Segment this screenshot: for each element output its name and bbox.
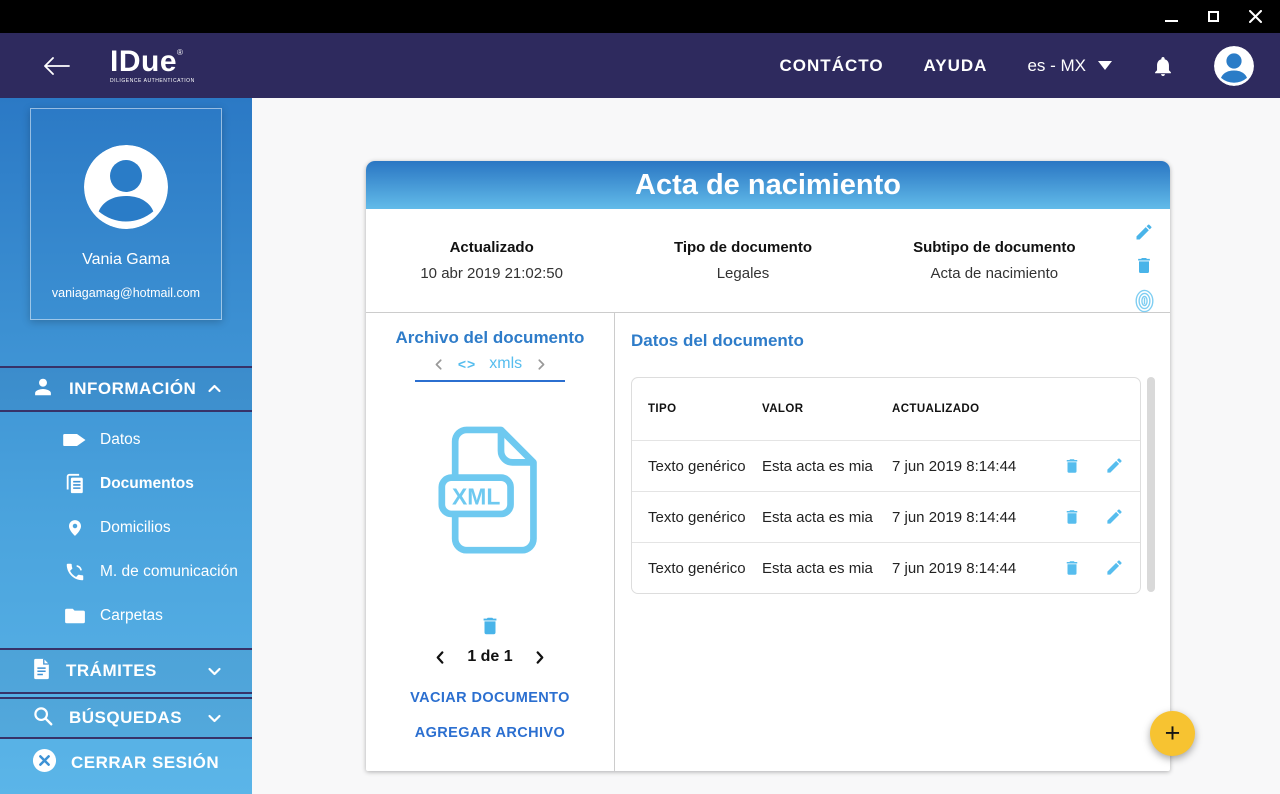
table-row: Texto genérico Esta acta es mia 7 jun 20…: [632, 440, 1140, 491]
col-actualizado: ACTUALIZADO: [892, 403, 980, 415]
nav-help-link[interactable]: AYUDA: [924, 56, 988, 76]
file-panel: Archivo del documento <> xmls XML 1 de 1…: [366, 313, 615, 771]
sidebar-item-domicilios[interactable]: Domicilios: [0, 506, 252, 550]
document-data-table: TIPO VALOR ACTUALIZADO Texto genérico Es…: [631, 377, 1141, 594]
sidebar-section-label: BÚSQUEDAS: [69, 708, 183, 727]
table-row: Texto genérico Esta acta es mia 7 jun 20…: [632, 491, 1140, 542]
minimize-icon[interactable]: [1164, 10, 1178, 24]
profile-card: Vania Gama vaniagamag@hotmail.com: [30, 108, 222, 320]
profile-avatar: [84, 145, 168, 229]
logo-subtitle: DILIGENCE AUTHENTICATION: [110, 78, 195, 84]
document-icon: [32, 658, 51, 685]
row-trash-icon[interactable]: [1063, 507, 1081, 527]
sidebar-section-tramites[interactable]: TRÁMITES: [0, 648, 252, 694]
sidebar-subitems: Datos Documentos Domicilios M. de comuni…: [0, 412, 252, 646]
phone-icon: [62, 561, 88, 583]
sidebar-section-informacion[interactable]: INFORMACIÓN: [0, 366, 252, 412]
code-icon: <>: [457, 356, 477, 372]
titlebar: [0, 0, 1280, 33]
xml-file-icon[interactable]: XML: [366, 424, 614, 558]
table-scrollbar[interactable]: [1147, 377, 1155, 592]
meta-actualizado: Actualizado 10 abr 2019 21:02:50: [420, 239, 563, 282]
sidebar-item-datos[interactable]: Datos: [0, 418, 252, 462]
language-value: es - MX: [1027, 55, 1086, 75]
table-row: Texto genérico Esta acta es mia 7 jun 20…: [632, 542, 1140, 593]
document-meta-row: Actualizado 10 abr 2019 21:02:50 Tipo de…: [366, 209, 1170, 313]
tag-icon: [62, 433, 88, 447]
page-prev-icon[interactable]: [434, 650, 447, 665]
back-arrow-icon[interactable]: [44, 56, 70, 75]
tab-next-icon[interactable]: [535, 358, 547, 371]
notifications-bell-icon[interactable]: [1152, 54, 1174, 78]
folder-icon: [62, 607, 88, 625]
col-valor: VALOR: [762, 403, 804, 415]
logout-label: CERRAR SESIÓN: [71, 753, 220, 772]
sidebar-item-carpetas[interactable]: Carpetas: [0, 594, 252, 638]
trash-icon[interactable]: [1134, 255, 1154, 276]
document-card-header: Acta de nacimiento: [366, 161, 1170, 209]
close-circle-icon: [32, 748, 57, 778]
document-title: Acta de nacimiento: [635, 168, 901, 201]
file-pagination: 1 de 1: [366, 648, 614, 666]
fingerprint-icon[interactable]: [1134, 289, 1155, 313]
chevron-down-icon: [207, 711, 222, 725]
search-icon: [32, 705, 54, 732]
profile-name: Vania Gama: [82, 251, 170, 268]
chevron-down-icon: [207, 664, 222, 678]
page-next-icon[interactable]: [533, 650, 546, 665]
sidebar-nav: INFORMACIÓN Datos Documentos Domicilios …: [0, 366, 252, 787]
file-trash-icon[interactable]: [366, 614, 614, 638]
language-selector[interactable]: es - MX: [1027, 56, 1112, 76]
app-logo: IDue ® DILIGENCE AUTHENTICATION: [110, 47, 195, 84]
row-edit-icon[interactable]: [1105, 456, 1124, 476]
row-edit-icon[interactable]: [1105, 558, 1124, 578]
chevron-down-icon: [1098, 61, 1112, 70]
close-icon[interactable]: [1248, 10, 1262, 24]
sidebar-section-label: INFORMACIÓN: [69, 379, 197, 398]
data-panel: Datos del documento TIPO VALOR ACTUALIZA…: [615, 313, 1170, 771]
sidebar-item-comunicacion[interactable]: M. de comunicación: [0, 550, 252, 594]
svg-text:XML: XML: [452, 483, 500, 509]
nav-contact-link[interactable]: CONTÁCTO: [780, 56, 884, 76]
edit-icon[interactable]: [1134, 222, 1154, 242]
table-header-row: TIPO VALOR ACTUALIZADO: [632, 378, 1140, 440]
meta-tipo-documento: Tipo de documento Legales: [673, 239, 813, 282]
profile-email: vaniagamag@hotmail.com: [51, 286, 201, 300]
document-card: Acta de nacimiento Actualizado 10 abr 20…: [366, 161, 1170, 771]
data-panel-title: Datos del documento: [631, 331, 804, 350]
row-trash-icon[interactable]: [1063, 456, 1081, 476]
user-avatar[interactable]: [1214, 45, 1254, 86]
file-panel-title: Archivo del documento: [395, 328, 585, 347]
add-file-link[interactable]: AGREGAR ARCHIVO: [366, 725, 614, 741]
row-trash-icon[interactable]: [1063, 558, 1081, 578]
tab-prev-icon[interactable]: [433, 358, 445, 371]
header-nav: CONTÁCTO AYUDA es - MX: [780, 45, 1254, 86]
user-icon: [32, 376, 54, 403]
sidebar: Vania Gama vaniagamag@hotmail.com INFORM…: [0, 98, 252, 794]
chevron-up-icon: [207, 382, 222, 396]
logout-button[interactable]: CERRAR SESIÓN: [0, 739, 252, 787]
file-tabs: <> xmls: [415, 355, 565, 382]
meta-subtipo-documento: Subtipo de documento Acta de nacimiento: [913, 239, 1076, 282]
page-indicator: 1 de 1: [467, 648, 513, 665]
document-actions: [1125, 222, 1163, 313]
clear-document-link[interactable]: VACIAR DOCUMENTO: [366, 690, 614, 706]
plus-icon: +: [1164, 718, 1181, 748]
logo-title: IDue: [110, 45, 178, 78]
app-header: IDue ® DILIGENCE AUTHENTICATION CONTÁCTO…: [0, 33, 1280, 98]
location-pin-icon: [62, 517, 88, 539]
row-edit-icon[interactable]: [1105, 507, 1124, 527]
sidebar-item-documentos[interactable]: Documentos: [0, 462, 252, 506]
maximize-icon[interactable]: [1206, 10, 1220, 24]
documents-icon: [62, 473, 88, 495]
tab-xmls[interactable]: xmls: [489, 355, 522, 373]
sidebar-section-label: TRÁMITES: [66, 661, 157, 680]
main-content: Acta de nacimiento Actualizado 10 abr 20…: [252, 98, 1280, 794]
add-fab-button[interactable]: +: [1150, 711, 1195, 756]
logo-registered-mark: ®: [177, 48, 183, 57]
sidebar-section-busquedas[interactable]: BÚSQUEDAS: [0, 697, 252, 739]
col-tipo: TIPO: [648, 403, 677, 415]
